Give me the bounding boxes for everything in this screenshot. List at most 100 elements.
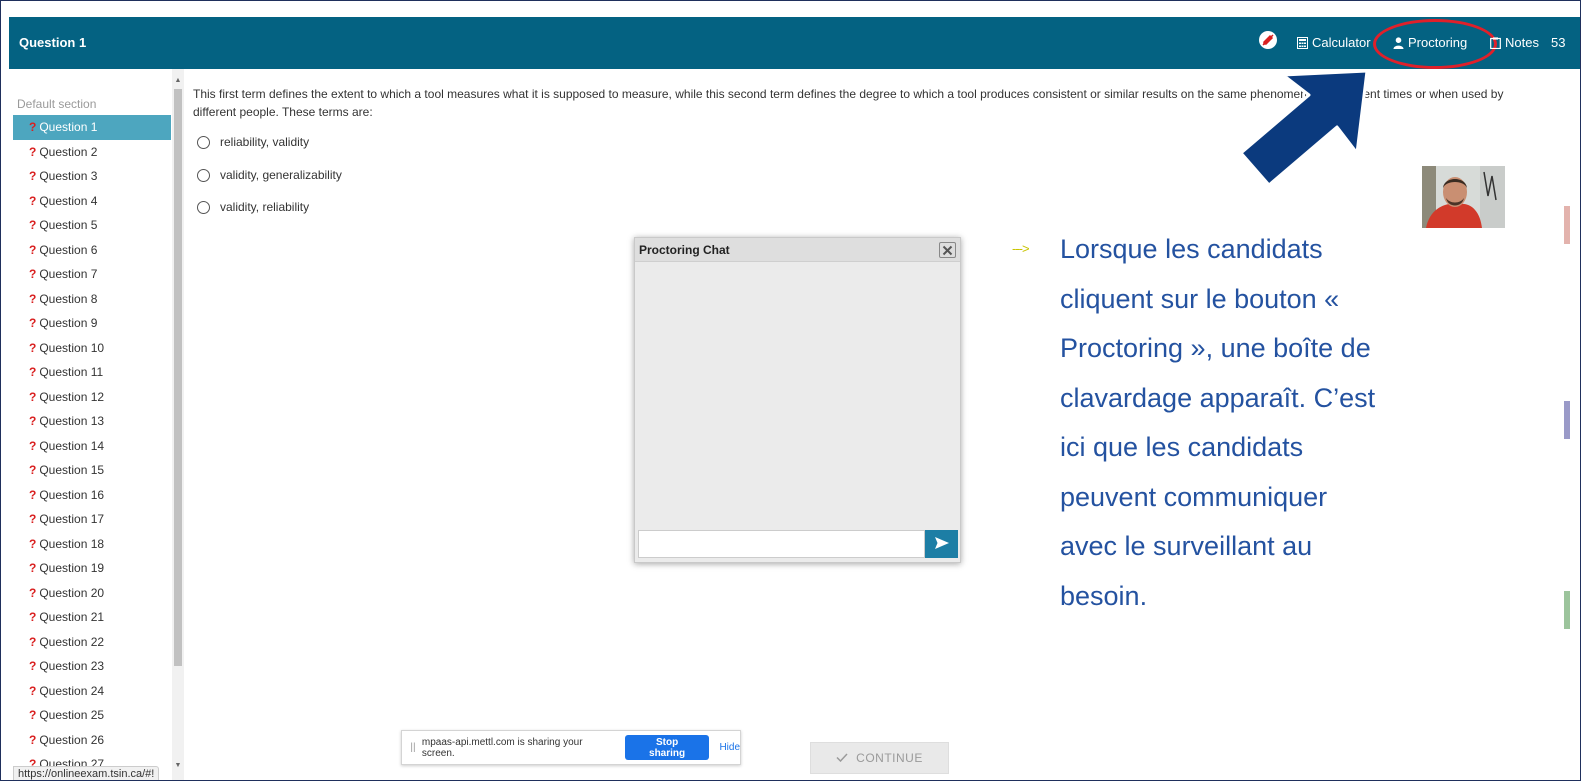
unanswered-question-icon: ? bbox=[29, 683, 37, 698]
edge-mark-purple bbox=[1564, 401, 1570, 439]
edge-mark-green bbox=[1564, 591, 1570, 629]
question-sidebar: Default section ? Question 1? Question 2? Q… bbox=[9, 69, 185, 780]
question-nav-item[interactable]: ? Question 18 bbox=[13, 532, 171, 557]
question-nav-item[interactable]: ? Question 21 bbox=[13, 605, 171, 630]
question-nav-item[interactable]: ? Question 7 bbox=[13, 262, 171, 287]
question-nav-item[interactable]: ? Question 14 bbox=[13, 434, 171, 459]
answer-option-label: reliability, validity bbox=[220, 135, 310, 149]
send-button[interactable] bbox=[925, 530, 958, 558]
question-nav-label: Question 10 bbox=[39, 340, 105, 355]
proctoring-label: Proctoring bbox=[1408, 35, 1468, 50]
calculator-label: Calculator bbox=[1312, 35, 1371, 50]
unanswered-question-icon: ? bbox=[29, 340, 37, 355]
sidebar-scrollbar[interactable]: ▲ ▼ bbox=[172, 69, 184, 780]
question-nav-item[interactable]: ? Question 16 bbox=[13, 483, 171, 508]
question-nav-item[interactable]: ? Question 13 bbox=[13, 409, 171, 434]
annotation-arrow-marker: ---> bbox=[1012, 241, 1030, 256]
question-nav-label: Question 17 bbox=[39, 512, 105, 526]
answer-option[interactable]: validity, generalizability bbox=[197, 168, 342, 182]
question-nav-item[interactable]: ? Question 17 bbox=[13, 507, 171, 532]
unanswered-question-icon: ? bbox=[29, 120, 37, 134]
unanswered-question-icon: ? bbox=[29, 365, 37, 379]
notes-button[interactable]: Notes bbox=[1490, 35, 1539, 50]
question-nav-item[interactable]: ? Question 15 bbox=[13, 458, 171, 483]
unanswered-question-icon: ? bbox=[29, 610, 37, 624]
unanswered-question-icon: ? bbox=[29, 659, 37, 673]
unanswered-question-icon: ? bbox=[29, 487, 37, 502]
scroll-down-arrow-icon[interactable]: ▼ bbox=[172, 760, 184, 772]
question-nav-label: Question 2 bbox=[39, 144, 98, 159]
question-nav-item[interactable]: ? Question 10 bbox=[13, 336, 171, 361]
section-label: Default section bbox=[17, 97, 97, 111]
scroll-thumb[interactable] bbox=[174, 89, 182, 666]
calculator-icon bbox=[1297, 36, 1308, 49]
radio-button[interactable] bbox=[197, 135, 210, 149]
annotation-text: Lorsque les candidats cliquent sur le bo… bbox=[1060, 234, 1376, 611]
question-nav-label: Question 20 bbox=[39, 585, 105, 600]
scroll-up-arrow-icon[interactable]: ▲ bbox=[172, 75, 184, 87]
unanswered-question-icon: ? bbox=[29, 536, 37, 551]
question-nav-item[interactable]: ? Question 19 bbox=[13, 556, 171, 581]
question-nav-item[interactable]: ? Question 1 bbox=[13, 115, 171, 140]
question-nav-label: Question 11 bbox=[39, 365, 104, 379]
question-nav-label: Question 25 bbox=[39, 708, 105, 722]
unanswered-question-icon: ? bbox=[29, 169, 37, 183]
hide-link[interactable]: Hide bbox=[719, 742, 740, 753]
unanswered-question-icon: ? bbox=[29, 512, 37, 526]
no-pen-icon[interactable] bbox=[1259, 31, 1277, 49]
unanswered-question-icon: ? bbox=[29, 561, 37, 575]
question-nav-label: Question 4 bbox=[39, 193, 98, 208]
unanswered-question-icon: ? bbox=[29, 708, 37, 722]
question-nav-item[interactable]: ? Question 3 bbox=[13, 164, 171, 189]
question-nav-item[interactable]: ? Question 22 bbox=[13, 630, 171, 655]
status-url: https://onlineexam.tsin.ca/#! bbox=[13, 766, 160, 780]
unanswered-question-icon: ? bbox=[29, 438, 37, 453]
drag-handle-icon[interactable]: || bbox=[406, 742, 420, 753]
question-nav-item[interactable]: ? Question 9 bbox=[13, 311, 171, 336]
question-nav-label: Question 24 bbox=[39, 683, 105, 698]
continue-button[interactable]: CONTINUE bbox=[810, 742, 949, 774]
question-nav-item[interactable]: ? Question 11 bbox=[13, 360, 171, 385]
unanswered-question-icon: ? bbox=[29, 389, 37, 404]
question-nav-label: Question 1 bbox=[39, 120, 98, 134]
unanswered-question-icon: ? bbox=[29, 414, 37, 428]
question-nav-label: Question 9 bbox=[39, 316, 98, 330]
unanswered-question-icon: ? bbox=[29, 585, 37, 600]
stop-sharing-button[interactable]: Stop sharing bbox=[624, 735, 710, 760]
question-nav-label: Question 23 bbox=[39, 659, 105, 673]
radio-button[interactable] bbox=[197, 200, 210, 214]
timer-value: 53 bbox=[1551, 35, 1566, 50]
question-nav-item[interactable]: ? Question 12 bbox=[13, 385, 171, 410]
webcam-preview bbox=[1422, 166, 1505, 228]
question-nav-item[interactable]: ? Question 20 bbox=[13, 581, 171, 606]
question-nav-item[interactable]: ? Question 5 bbox=[13, 213, 171, 238]
question-nav-item[interactable]: ? Question 8 bbox=[13, 287, 171, 312]
question-nav-label: Question 19 bbox=[39, 561, 105, 575]
close-icon[interactable] bbox=[939, 242, 956, 258]
radio-button[interactable] bbox=[197, 168, 210, 182]
unanswered-question-icon: ? bbox=[29, 193, 37, 208]
question-nav-label: Question 22 bbox=[39, 634, 105, 649]
question-nav-label: Question 16 bbox=[39, 487, 105, 502]
unanswered-question-icon: ? bbox=[29, 144, 37, 159]
answer-option[interactable]: validity, reliability bbox=[197, 200, 309, 214]
user-icon bbox=[1393, 36, 1404, 49]
continue-label: CONTINUE bbox=[856, 751, 923, 765]
chat-message-input[interactable] bbox=[638, 530, 925, 558]
question-nav-item[interactable]: ? Question 2 bbox=[13, 140, 171, 165]
send-icon bbox=[934, 536, 949, 552]
question-nav-item[interactable]: ? Question 23 bbox=[13, 654, 171, 679]
question-nav-label: Question 5 bbox=[39, 218, 98, 232]
answer-option[interactable]: reliability, validity bbox=[197, 135, 309, 149]
proctoring-button[interactable]: Proctoring bbox=[1393, 35, 1467, 50]
question-nav-label: Question 6 bbox=[39, 242, 98, 257]
calculator-button[interactable]: Calculator bbox=[1297, 35, 1371, 50]
question-nav-item[interactable]: ? Question 25 bbox=[13, 703, 171, 728]
question-nav-item[interactable]: ? Question 4 bbox=[13, 189, 171, 214]
question-nav-item[interactable]: ? Question 24 bbox=[13, 679, 171, 704]
answer-option-label: validity, generalizability bbox=[220, 168, 342, 182]
clipboard-icon bbox=[1490, 36, 1501, 49]
question-nav-item[interactable]: ? Question 26 bbox=[13, 728, 171, 753]
question-nav-item[interactable]: ? Question 6 bbox=[13, 238, 171, 263]
unanswered-question-icon: ? bbox=[29, 242, 37, 257]
